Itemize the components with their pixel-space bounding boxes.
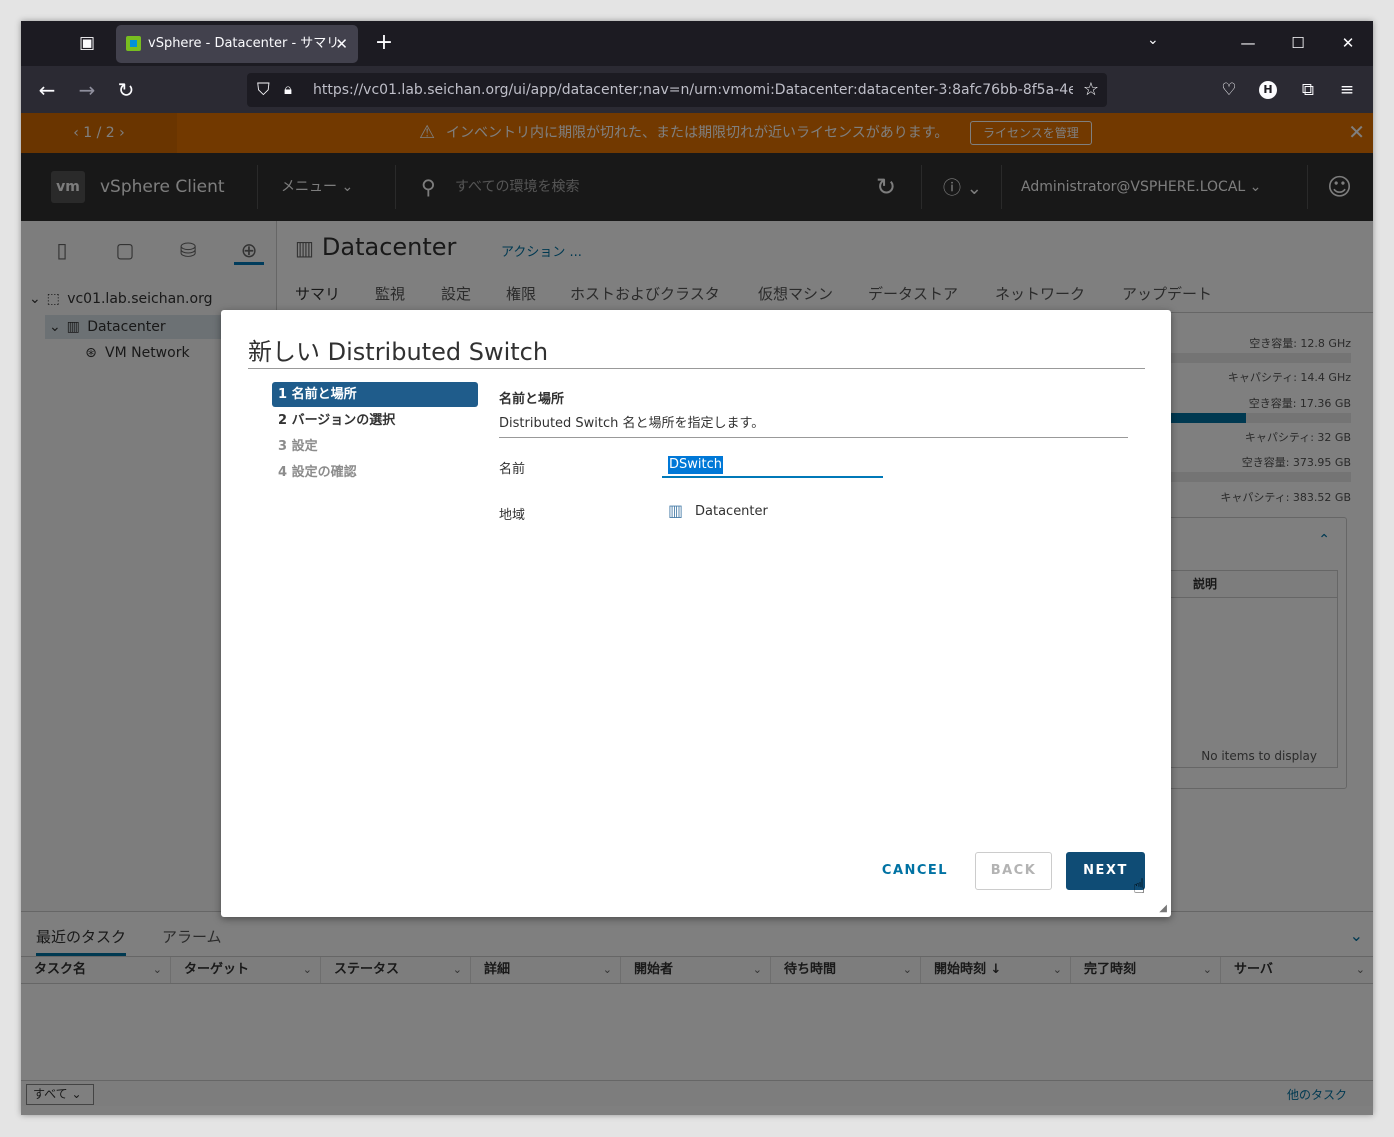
datacenter-icon: ▥ — [668, 501, 684, 520]
navigation-bar: ← → ↻ ⛉ 🔒︎ https://vc01.lab.seichan.org/… — [21, 66, 1373, 113]
wizard-step-review: 4 設定の確認 — [278, 465, 357, 480]
section-divider — [499, 437, 1128, 438]
hamburger-menu-icon[interactable]: ≡ — [1334, 77, 1360, 103]
extensions-icon[interactable]: ⧉ — [1295, 77, 1321, 103]
forward-arrow-icon[interactable]: → — [74, 77, 100, 103]
resize-grip-icon[interactable]: ◢ — [1159, 903, 1167, 914]
browser-tab[interactable]: vSphere - Datacenter - サマリ ✕ — [116, 25, 358, 63]
selected-name-text: DSwitch — [668, 456, 723, 474]
reload-icon[interactable]: ↻ — [113, 77, 139, 103]
back-arrow-icon[interactable]: ← — [34, 77, 60, 103]
tracking-shield-icon[interactable]: ⛉ — [257, 80, 270, 100]
tab-title: vSphere - Datacenter - サマリ — [148, 36, 340, 51]
new-tab-button[interactable]: + — [371, 30, 397, 56]
url-text[interactable]: https://vc01.lab.seichan.org/ui/app/data… — [313, 73, 1073, 107]
new-dswitch-wizard: 新しい Distributed Switch 1 名前と場所 2 バージョンの選… — [221, 310, 1171, 917]
profile-avatar[interactable]: H — [1259, 81, 1277, 99]
section-title: 名前と場所 — [499, 392, 565, 407]
wizard-title: 新しい Distributed Switch — [248, 338, 549, 366]
tab-manager-icon[interactable]: ▣ — [76, 31, 98, 55]
vsphere-favicon-icon — [126, 36, 141, 51]
title-divider — [248, 368, 1145, 369]
location-value: Datacenter — [695, 504, 768, 519]
back-button[interactable]: BACK — [975, 852, 1052, 890]
close-tab-icon[interactable]: ✕ — [335, 25, 348, 63]
url-bar[interactable]: ⛉ 🔒︎ https://vc01.lab.seichan.org/ui/app… — [247, 73, 1107, 107]
name-label: 名前 — [499, 462, 526, 477]
tab-strip: ▣ vSphere - Datacenter - サマリ ✕ + ⌄ — ☐ ✕ — [21, 21, 1373, 66]
wizard-step-version[interactable]: 2 バージョンの選択 — [272, 408, 478, 433]
vsphere-app: ‹ 1 / 2 › ⚠ インベントリ内に期限が切れた、または期限切れが近いライセ… — [21, 113, 1373, 1115]
maximize-icon[interactable]: ☐ — [1283, 29, 1313, 57]
cancel-button[interactable]: CANCEL — [871, 852, 959, 890]
hand-cursor-icon: ☝ — [1133, 874, 1146, 898]
location-label: 地域 — [499, 508, 526, 523]
wizard-step-settings: 3 設定 — [278, 439, 318, 454]
minimize-icon[interactable]: — — [1233, 29, 1263, 57]
list-tabs-chevron-icon[interactable]: ⌄ — [1147, 32, 1159, 48]
close-window-icon[interactable]: ✕ — [1333, 29, 1363, 57]
pocket-icon[interactable]: ♡ — [1216, 77, 1242, 103]
browser-window: ▣ vSphere - Datacenter - サマリ ✕ + ⌄ — ☐ ✕… — [21, 21, 1373, 1115]
bookmark-star-icon[interactable]: ☆ — [1083, 79, 1099, 100]
section-description: Distributed Switch 名と場所を指定します。 — [499, 416, 765, 431]
wizard-step-name-location[interactable]: 1 名前と場所 — [272, 382, 478, 407]
lock-icon[interactable]: 🔒︎ — [284, 80, 292, 98]
